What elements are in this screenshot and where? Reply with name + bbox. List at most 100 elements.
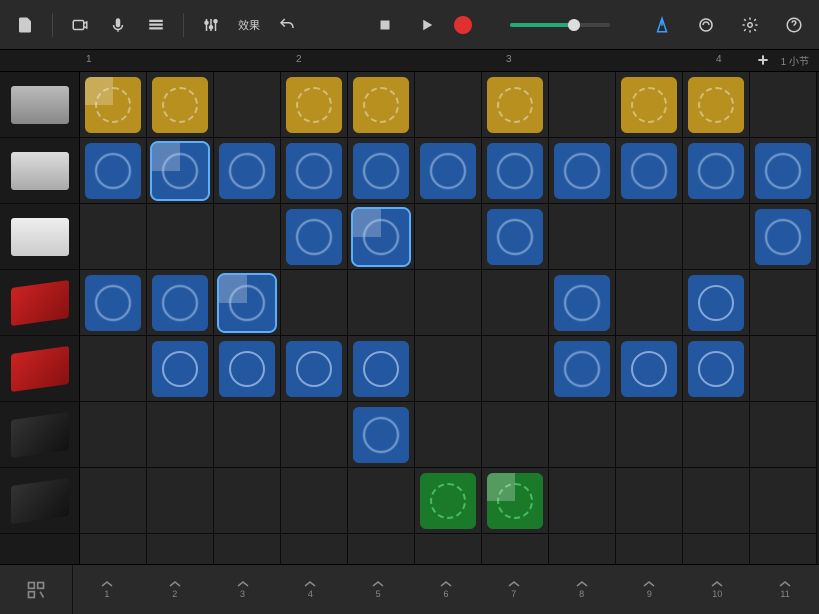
grid-cell[interactable] bbox=[147, 468, 214, 534]
loop-cell[interactable] bbox=[353, 209, 409, 265]
grid-cell[interactable] bbox=[616, 138, 683, 204]
grid-cell[interactable] bbox=[80, 72, 147, 138]
grid-cell[interactable] bbox=[415, 138, 482, 204]
grid-cell[interactable] bbox=[147, 204, 214, 270]
grid-cell[interactable] bbox=[750, 270, 817, 336]
camera-button[interactable] bbox=[65, 10, 95, 40]
loop-cell[interactable] bbox=[487, 473, 543, 529]
grid-cell[interactable] bbox=[683, 468, 750, 534]
loop-cell[interactable] bbox=[487, 77, 543, 133]
grid-cell[interactable] bbox=[80, 534, 147, 564]
grid-cell[interactable] bbox=[683, 72, 750, 138]
loop-cell[interactable] bbox=[353, 77, 409, 133]
grid-cell[interactable] bbox=[415, 336, 482, 402]
grid-cell[interactable] bbox=[482, 138, 549, 204]
loop-cell[interactable] bbox=[487, 209, 543, 265]
grid-cell[interactable] bbox=[683, 138, 750, 204]
loop-cell[interactable] bbox=[85, 77, 141, 133]
grid-cell[interactable] bbox=[80, 270, 147, 336]
grid-cell[interactable] bbox=[147, 336, 214, 402]
grid-cell[interactable] bbox=[348, 534, 415, 564]
loop-cell[interactable] bbox=[152, 77, 208, 133]
grid-cell[interactable] bbox=[750, 336, 817, 402]
help-button[interactable] bbox=[779, 10, 809, 40]
loop-cell[interactable] bbox=[353, 341, 409, 397]
grid-cell[interactable] bbox=[147, 138, 214, 204]
track-header-keys-red-2[interactable] bbox=[0, 336, 79, 402]
grid-cell[interactable] bbox=[549, 336, 616, 402]
loop-cell[interactable] bbox=[621, 77, 677, 133]
loop-cell[interactable] bbox=[85, 143, 141, 199]
column-trigger-2[interactable]: 2 bbox=[141, 565, 209, 614]
stop-button[interactable] bbox=[370, 10, 400, 40]
fx-label[interactable]: 效果 bbox=[234, 17, 264, 33]
loop-cell[interactable] bbox=[420, 143, 476, 199]
grid-cell[interactable] bbox=[415, 468, 482, 534]
column-trigger-1[interactable]: 1 bbox=[73, 565, 141, 614]
loop-cell[interactable] bbox=[688, 77, 744, 133]
column-trigger-3[interactable]: 3 bbox=[209, 565, 277, 614]
play-button[interactable] bbox=[412, 10, 442, 40]
grid-cell[interactable] bbox=[616, 336, 683, 402]
grid-cell[interactable] bbox=[80, 336, 147, 402]
grid-cell[interactable] bbox=[616, 72, 683, 138]
loop-cell[interactable] bbox=[286, 77, 342, 133]
loop-cell[interactable] bbox=[152, 275, 208, 331]
grid-cell[interactable] bbox=[482, 468, 549, 534]
column-trigger-8[interactable]: 8 bbox=[548, 565, 616, 614]
grid-cell[interactable] bbox=[750, 72, 817, 138]
track-header-keys-dark-2[interactable] bbox=[0, 468, 79, 534]
add-section-button[interactable] bbox=[755, 52, 771, 68]
tracks-view-button[interactable] bbox=[141, 10, 171, 40]
grid-cell[interactable] bbox=[482, 270, 549, 336]
loop-cell[interactable] bbox=[219, 275, 275, 331]
grid-cell[interactable] bbox=[549, 204, 616, 270]
volume-slider[interactable] bbox=[510, 23, 610, 27]
grid-cell[interactable] bbox=[147, 534, 214, 564]
grid-cell[interactable] bbox=[214, 402, 281, 468]
grid-cell[interactable] bbox=[750, 468, 817, 534]
track-header-synth-1[interactable] bbox=[0, 204, 79, 270]
loop-cell[interactable] bbox=[688, 143, 744, 199]
grid-cell[interactable] bbox=[683, 270, 750, 336]
grid-cell[interactable] bbox=[482, 72, 549, 138]
grid-cell[interactable] bbox=[750, 204, 817, 270]
loop-cell[interactable] bbox=[286, 143, 342, 199]
grid-cell[interactable] bbox=[80, 138, 147, 204]
ruler[interactable]: 1 2 3 4 1 小节 bbox=[0, 50, 819, 72]
grid-cell[interactable] bbox=[348, 468, 415, 534]
loop-cell[interactable] bbox=[85, 275, 141, 331]
grid-cell[interactable] bbox=[147, 402, 214, 468]
grid-cell[interactable] bbox=[281, 138, 348, 204]
grid-cell[interactable] bbox=[348, 138, 415, 204]
track-header-keys-dark-1[interactable] bbox=[0, 402, 79, 468]
grid-cell[interactable] bbox=[214, 270, 281, 336]
column-trigger-4[interactable]: 4 bbox=[276, 565, 344, 614]
loop-cell[interactable] bbox=[152, 341, 208, 397]
grid-cell[interactable] bbox=[482, 402, 549, 468]
track-header-keys-red-1[interactable] bbox=[0, 270, 79, 336]
grid-cell[interactable] bbox=[214, 534, 281, 564]
track-header-drums-1[interactable] bbox=[0, 72, 79, 138]
grid-cell[interactable] bbox=[683, 204, 750, 270]
grid-cell[interactable] bbox=[281, 336, 348, 402]
grid-cell[interactable] bbox=[214, 204, 281, 270]
grid-cell[interactable] bbox=[750, 402, 817, 468]
grid-cell[interactable] bbox=[750, 138, 817, 204]
grid-cell[interactable] bbox=[616, 204, 683, 270]
grid-cell[interactable] bbox=[348, 336, 415, 402]
grid-cell[interactable] bbox=[683, 402, 750, 468]
loop-cell[interactable] bbox=[755, 143, 811, 199]
grid-cell[interactable] bbox=[214, 72, 281, 138]
column-trigger-5[interactable]: 5 bbox=[344, 565, 412, 614]
mic-button[interactable] bbox=[103, 10, 133, 40]
loop-cell[interactable] bbox=[286, 341, 342, 397]
grid-cell[interactable] bbox=[281, 72, 348, 138]
grid-cell[interactable] bbox=[281, 468, 348, 534]
loop-cell[interactable] bbox=[554, 341, 610, 397]
grid-cell[interactable] bbox=[80, 468, 147, 534]
grid-cell[interactable] bbox=[281, 534, 348, 564]
loop-browser-button[interactable] bbox=[691, 10, 721, 40]
grid-cell[interactable] bbox=[348, 72, 415, 138]
grid-cell[interactable] bbox=[616, 402, 683, 468]
